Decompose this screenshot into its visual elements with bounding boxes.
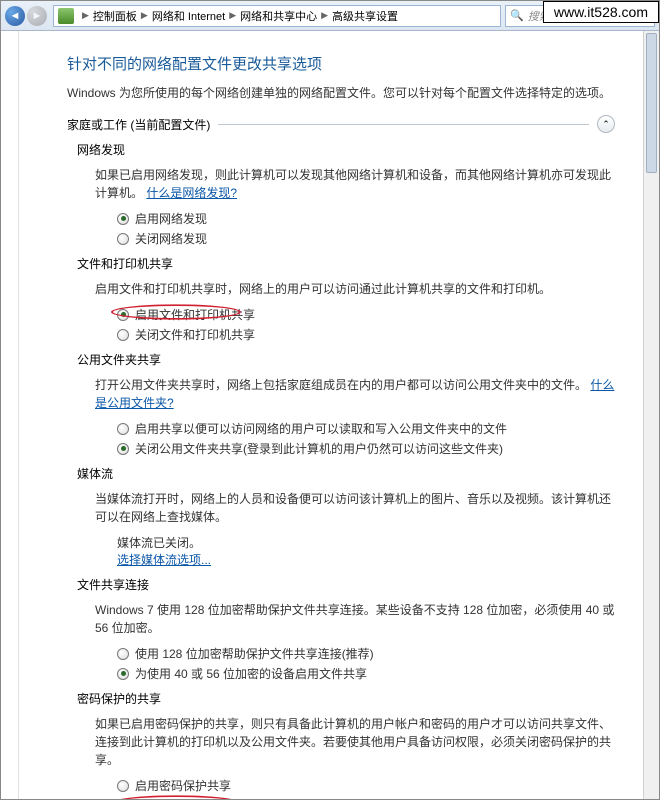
search-icon: 🔍	[510, 9, 524, 22]
media-status: 媒体流已关闭。	[117, 534, 615, 551]
radio-icon	[117, 213, 129, 225]
back-button[interactable]: ◄	[5, 6, 25, 26]
printer-desc: 启用文件和打印机共享时，网络上的用户可以访问通过此计算机共享的文件和打印机。	[95, 280, 615, 298]
chevron-icon: ▶	[225, 10, 240, 21]
divider	[218, 124, 589, 125]
public-desc: 打开公用文件夹共享时，网络上包括家庭组成员在内的用户都可以访问公用文件夹中的文件…	[95, 376, 615, 412]
section-title-encryption: 文件共享连接	[77, 576, 615, 593]
radio-public-off[interactable]: 关闭公用文件夹共享(登录到此计算机的用户仍然可以访问这些文件夹)	[117, 440, 615, 457]
chevron-icon: ▶	[137, 10, 152, 21]
control-panel-icon	[58, 8, 74, 24]
section-title-printer: 文件和打印机共享	[77, 255, 615, 272]
bc-sharing-center[interactable]: 网络和共享中心	[240, 8, 317, 24]
what-is-discovery-link[interactable]: 什么是网络发现?	[146, 186, 237, 200]
discovery-desc: 如果已启用网络发现，则此计算机可以发现其他网络计算机和设备，而其他网络计算机亦可…	[95, 166, 615, 202]
forward-button[interactable]: ►	[27, 6, 47, 26]
radio-icon	[117, 233, 129, 245]
collapse-button[interactable]: ⌃	[597, 115, 615, 133]
page-title: 针对不同的网络配置文件更改共享选项	[67, 53, 615, 74]
encryption-desc: Windows 7 使用 128 位加密帮助保护文件共享连接。某些设备不支持 1…	[95, 601, 615, 637]
scrollbar[interactable]	[643, 31, 659, 799]
left-gutter	[1, 31, 19, 799]
radio-public-on[interactable]: 启用共享以便可以访问网络的用户可以读取和写入公用文件夹中的文件	[117, 420, 615, 437]
radio-icon	[117, 309, 129, 321]
bc-advanced[interactable]: 高级共享设置	[332, 8, 398, 24]
radio-password-off[interactable]: 关闭密码保护共享	[117, 797, 615, 799]
radio-enc-128[interactable]: 使用 128 位加密帮助保护文件共享连接(推荐)	[117, 645, 615, 662]
bc-control-panel[interactable]: 控制面板	[93, 8, 137, 24]
radio-icon	[117, 443, 129, 455]
breadcrumb[interactable]: ▶ 控制面板 ▶ 网络和 Internet ▶ 网络和共享中心 ▶ 高级共享设置	[53, 5, 501, 27]
radio-icon	[117, 668, 129, 680]
radio-icon	[117, 423, 129, 435]
radio-icon	[117, 780, 129, 792]
radio-enc-40-56[interactable]: 为使用 40 或 56 位加密的设备启用文件共享	[117, 665, 615, 682]
radio-printer-off[interactable]: 关闭文件和打印机共享	[117, 326, 615, 343]
chevron-icon: ▶	[78, 10, 93, 21]
watermark-url: www.it528.com	[543, 1, 659, 23]
profile-label: 家庭或工作 (当前配置文件)	[67, 116, 210, 133]
media-options-link[interactable]: 选择媒体流选项...	[117, 551, 615, 568]
content-panel: 针对不同的网络配置文件更改共享选项 Windows 为您所使用的每个网络创建单独…	[19, 31, 643, 799]
media-desc: 当媒体流打开时，网络上的人员和设备便可以访问该计算机上的图片、音乐以及视频。该计…	[95, 490, 615, 526]
section-title-password: 密码保护的共享	[77, 690, 615, 707]
chevron-icon: ▶	[317, 10, 332, 21]
intro-text: Windows 为您所使用的每个网络创建单独的网络配置文件。您可以针对每个配置文…	[67, 84, 615, 101]
radio-password-on[interactable]: 启用密码保护共享	[117, 777, 615, 794]
bc-network-internet[interactable]: 网络和 Internet	[152, 8, 225, 24]
section-title-public: 公用文件夹共享	[77, 351, 615, 368]
profile-header: 家庭或工作 (当前配置文件) ⌃	[67, 115, 615, 133]
radio-icon	[117, 648, 129, 660]
radio-discovery-on[interactable]: 启用网络发现	[117, 210, 615, 227]
radio-printer-on[interactable]: 启用文件和打印机共享	[117, 306, 615, 323]
section-title-media: 媒体流	[77, 465, 615, 482]
password-desc: 如果已启用密码保护的共享，则只有具备此计算机的用户帐户和密码的用户才可以访问共享…	[95, 715, 615, 769]
radio-discovery-off[interactable]: 关闭网络发现	[117, 230, 615, 247]
section-title-discovery: 网络发现	[77, 141, 615, 158]
scroll-thumb[interactable]	[646, 33, 657, 173]
radio-icon	[117, 329, 129, 341]
